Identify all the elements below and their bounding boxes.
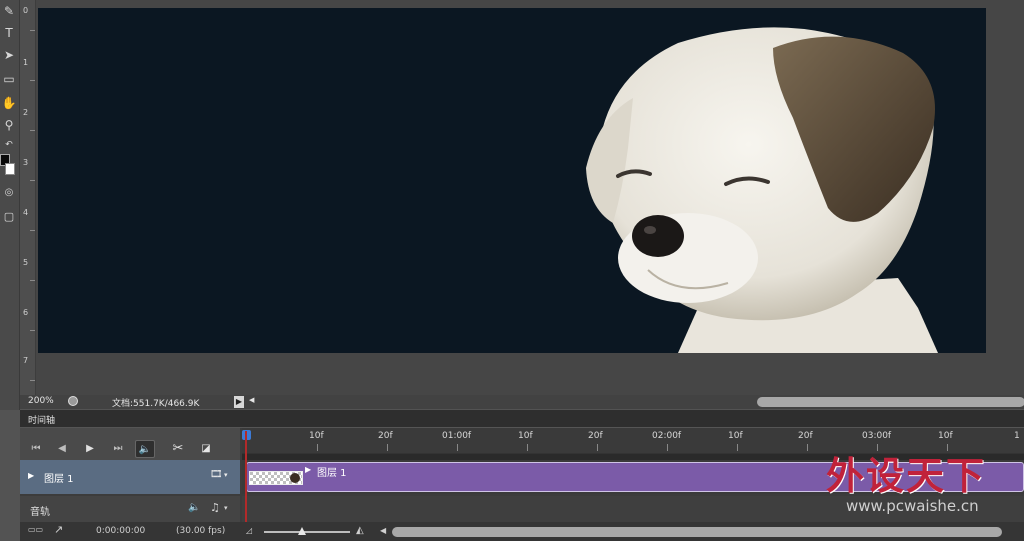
background-color-swatch[interactable]: [5, 163, 15, 175]
clip-expand-icon[interactable]: ▶: [305, 465, 311, 474]
scroll-left-icon[interactable]: ◀: [249, 396, 254, 404]
playhead-line[interactable]: [245, 431, 247, 523]
audio-mute-icon[interactable]: 🔈: [135, 440, 155, 458]
ruler-label: 5: [23, 258, 29, 267]
time-label: 10f: [518, 431, 533, 441]
timeline-tab-bar: 时间轴: [20, 410, 1024, 428]
watermark-logo: 外设天下: [826, 454, 987, 498]
brush-tool-icon[interactable]: ✎: [0, 2, 18, 20]
timeline-tab[interactable]: 时间轴: [28, 413, 55, 426]
clip-thumbnail: [249, 471, 303, 485]
time-label: 10f: [728, 431, 743, 441]
ruler-label: 6: [23, 308, 29, 317]
ruler-label: 1: [23, 58, 29, 67]
convert-frame-animation-icon[interactable]: ↗: [54, 523, 63, 536]
ruler-label: 4: [23, 208, 29, 217]
watermark-url: www.pcwaishe.cn: [846, 497, 979, 515]
audio-options-arrow-icon[interactable]: ▾: [224, 504, 228, 512]
path-selection-tool-icon[interactable]: ➤: [0, 46, 18, 64]
timeline-footer: ▭▭ ↗ 0:00:00:00 (30.00 fps) ◿ ◭ ◀: [20, 522, 1024, 541]
audio-track-label: 音轨: [30, 507, 50, 518]
play-icon[interactable]: ▶: [80, 440, 100, 458]
zoom-in-timeline-icon[interactable]: ◭: [356, 525, 364, 536]
go-to-first-frame-icon[interactable]: ⏮: [26, 440, 46, 458]
ruler-label: 3: [23, 158, 29, 167]
layer-options-arrow-icon[interactable]: ▾: [224, 471, 228, 479]
render-video-icon[interactable]: ▭▭: [28, 525, 43, 534]
document-size: 文档:551.7K/466.9K: [112, 399, 200, 409]
swap-colors-icon[interactable]: ↶: [0, 136, 18, 154]
frame-rate: (30.00 fps): [176, 526, 226, 536]
film-strip-icon[interactable]: 🎞: [210, 469, 223, 480]
music-note-icon[interactable]: ♫: [210, 501, 220, 514]
clip-label: 图层 1: [317, 468, 347, 479]
time-label: 20f: [588, 431, 603, 441]
puppy-image: [586, 27, 938, 353]
layer-name: 图层 1: [44, 474, 74, 485]
time-label: 1: [1014, 431, 1020, 441]
time-label: 03:00f: [862, 431, 892, 441]
layer-row[interactable]: ▶ 图层 1 🎞 ▾: [20, 460, 240, 494]
puppy-thumbnail-icon: [290, 473, 300, 483]
status-bar: 200% 文档:551.7K/466.9K ▶ ◀: [20, 395, 1024, 409]
expand-layer-icon[interactable]: ▶: [28, 471, 34, 480]
audio-volume-icon[interactable]: 🔈: [188, 502, 200, 513]
audio-track-header[interactable]: 音轨 🔈 ♫ ▾: [20, 496, 240, 522]
next-frame-icon[interactable]: ⏭: [108, 440, 128, 458]
time-label: 10f: [309, 431, 324, 441]
ruler-label: 0: [23, 6, 29, 15]
scroll-left-icon[interactable]: ◀: [380, 526, 386, 535]
time-label: 01:00f: [442, 431, 472, 441]
zoom-tool-icon[interactable]: ⚲: [0, 116, 18, 134]
timeline-zoom-slider[interactable]: [264, 531, 350, 533]
previous-frame-icon[interactable]: ◀: [52, 440, 72, 458]
ruler-label: 2: [23, 108, 29, 117]
transition-icon[interactable]: ◪: [196, 440, 216, 458]
current-timecode: 0:00:00:00: [96, 526, 146, 536]
quick-mask-icon[interactable]: ◎: [0, 184, 18, 202]
time-label: 10f: [938, 431, 953, 441]
vertical-ruler: 0 1 2 3 4 5 6 7: [20, 0, 36, 395]
horizontal-scrollbar[interactable]: [757, 397, 1024, 407]
text-tool-icon[interactable]: T: [0, 24, 18, 42]
ruler-label: 7: [23, 356, 29, 365]
zoom-level[interactable]: 200%: [28, 396, 54, 406]
hand-tool-icon[interactable]: ✋: [0, 94, 18, 112]
timeline-horizontal-scrollbar[interactable]: [392, 527, 1002, 537]
rectangle-tool-icon[interactable]: ▭: [0, 70, 18, 88]
time-label: 20f: [798, 431, 813, 441]
zoom-out-timeline-icon[interactable]: ◿: [246, 526, 252, 535]
tools-panel: ✎ T ➤ ▭ ✋ ⚲ ↶ ◎ ▢: [0, 0, 20, 410]
split-scissors-icon[interactable]: ✂: [168, 440, 188, 458]
time-label: 02:00f: [652, 431, 682, 441]
status-info-icon[interactable]: [68, 396, 78, 406]
screen-mode-icon[interactable]: ▢: [0, 208, 18, 226]
document-canvas[interactable]: [38, 8, 986, 353]
status-menu-arrow-icon[interactable]: ▶: [234, 396, 244, 408]
time-label: 20f: [378, 431, 393, 441]
